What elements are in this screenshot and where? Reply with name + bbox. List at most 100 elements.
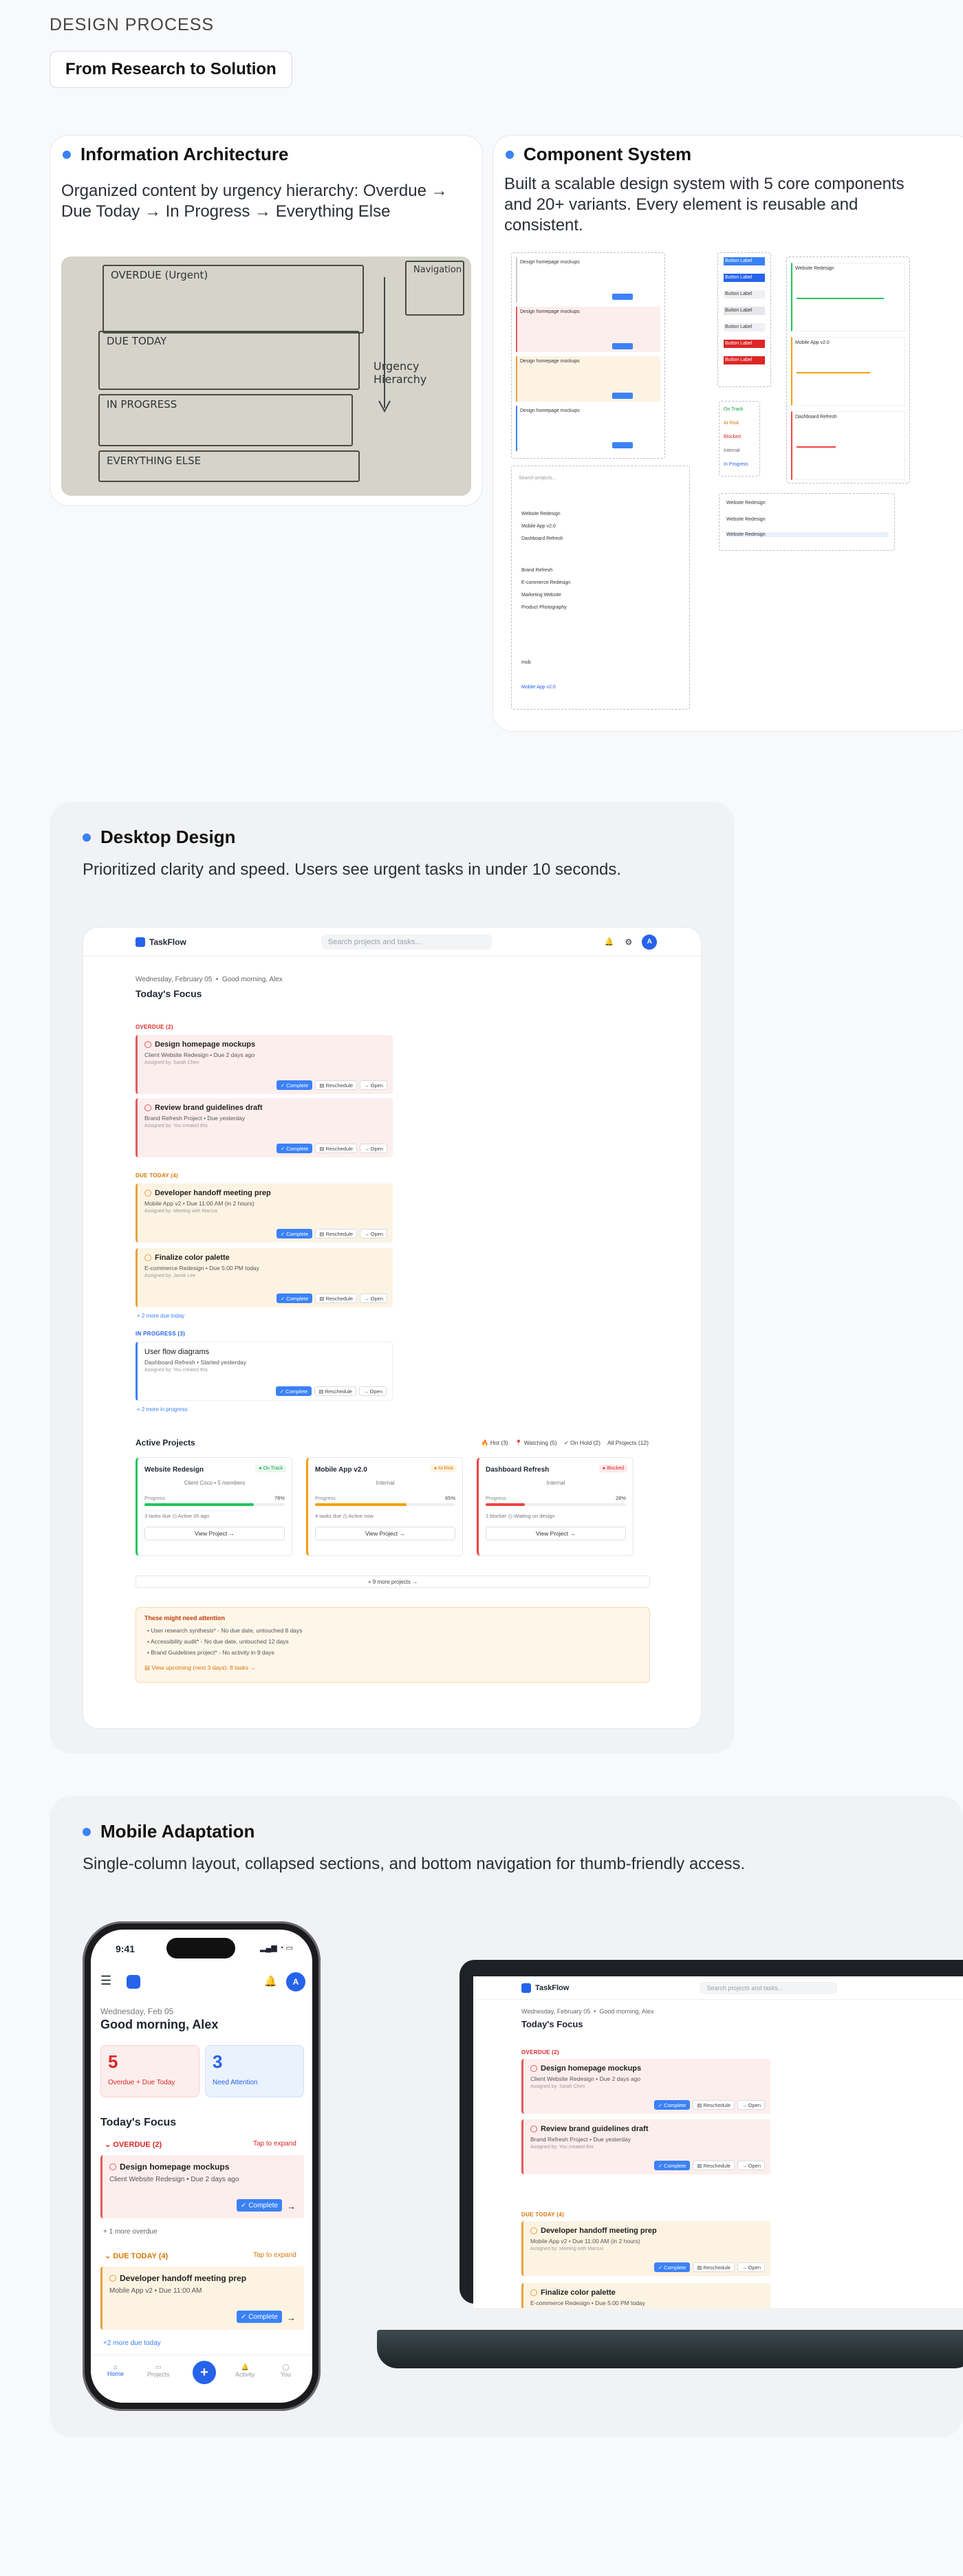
arrow-right-icon[interactable]: → — [287, 2201, 296, 2212]
attention-item[interactable]: • User research synthesis* - No due date… — [147, 1627, 303, 1634]
progress-pct: 65% — [444, 1495, 455, 1501]
progress-bar — [144, 1503, 285, 1506]
arrow-down-icon — [378, 277, 391, 413]
reschedule-button[interactable]: ▤ Reschedule — [315, 1294, 358, 1303]
greeting-text: Good morning, Alex — [599, 2008, 654, 2015]
nav-you[interactable]: ◯ You — [281, 2364, 291, 2378]
open-button[interactable]: → Open — [360, 1144, 387, 1153]
user-avatar[interactable]: A — [286, 1972, 305, 1991]
complete-button[interactable]: ✓ Complete — [276, 1080, 313, 1090]
nav-home[interactable]: ⌂ Home — [107, 2364, 124, 2377]
nav-projects[interactable]: ▭ Projects — [147, 2364, 170, 2378]
complete-button[interactable]: ✓ Complete — [653, 2161, 691, 2170]
laptop-base — [377, 2330, 963, 2368]
open-button[interactable]: → Open — [737, 2161, 765, 2170]
filter-hot[interactable]: 🔥 Hot (3) — [482, 1439, 508, 1447]
task-card[interactable]: Review brand guidelines draft Brand Refr… — [521, 2119, 770, 2174]
view-project-button[interactable]: View Project → — [144, 1527, 285, 1540]
group-overdue[interactable]: OVERDUE (2) — [136, 1024, 173, 1030]
phone-overdue-header[interactable]: ⌄ OVERDUE (2) — [105, 2140, 162, 2149]
reschedule-button[interactable]: ▤ Reschedule — [314, 1386, 357, 1396]
view-project-button[interactable]: View Project → — [486, 1527, 626, 1540]
task-card[interactable]: User flow diagrams Dashboard Refresh • S… — [136, 1342, 393, 1401]
project-card[interactable]: Dashboard Refresh ● Blocked Internal Pro… — [477, 1457, 634, 1556]
app-search-input[interactable]: Search projects and tasks... — [321, 934, 492, 950]
complete-button[interactable]: ✓ Complete — [276, 1229, 313, 1238]
task-card[interactable]: Developer handoff meeting prep Mobile Ap… — [521, 2221, 770, 2276]
group-in-progress[interactable]: IN PROGRESS (3) — [136, 1331, 185, 1337]
project-card[interactable]: Mobile App v2.0 ● At Risk Internal Progr… — [306, 1457, 463, 1556]
filter-watching[interactable]: 📍 Watching (5) — [515, 1439, 557, 1447]
project-card[interactable]: Website Redesign ● On Track Client Coco … — [136, 1457, 292, 1556]
complete-button[interactable]: ✓ Complete — [237, 2311, 282, 2323]
more-progress-link[interactable]: + 2 more in progress — [137, 1406, 188, 1412]
phone-task-card[interactable]: Developer handoff meeting prep Mobile Ap… — [100, 2267, 304, 2330]
complete-button[interactable]: ✓ Complete — [653, 2100, 691, 2110]
cs-input-result: Mobile App v2.0 — [521, 685, 556, 690]
more-overdue-link[interactable]: + 1 more overdue — [103, 2228, 158, 2236]
more-due-link[interactable]: + 2 more due today — [137, 1313, 184, 1319]
open-button[interactable]: → Open — [737, 2100, 765, 2110]
filter-all[interactable]: All Projects (12) — [607, 1439, 649, 1447]
complete-button[interactable]: ✓ Complete — [275, 1386, 312, 1396]
phone-task-card[interactable]: Design homepage mockups Client Website R… — [100, 2155, 304, 2218]
task-card[interactable]: Review brand guidelines draft Brand Refr… — [136, 1098, 393, 1157]
reschedule-button[interactable]: ▤ Reschedule — [693, 2100, 735, 2110]
bullet-dot-icon — [63, 150, 71, 159]
tap-expand[interactable]: Tap to expand — [253, 2140, 296, 2148]
reschedule-button[interactable]: ▤ Reschedule — [693, 2161, 735, 2170]
overdue-stat[interactable]: 5 Overdue + Due Today — [100, 2045, 199, 2097]
phone-due-header[interactable]: ⌄ DUE TODAY (4) — [105, 2251, 168, 2260]
open-button[interactable]: → Open — [360, 1229, 387, 1238]
cs-list-item: E-commerce Redesign — [521, 580, 571, 585]
reschedule-button[interactable]: ▤ Reschedule — [315, 1080, 358, 1090]
open-button[interactable]: → Open — [360, 1294, 387, 1303]
group-overdue[interactable]: OVERDUE (2) — [521, 2049, 559, 2055]
progress-fill — [315, 1503, 407, 1506]
reschedule-button[interactable]: ▤ Reschedule — [315, 1229, 358, 1238]
task-card[interactable]: Finalize color palette E-commerce Redesi… — [136, 1248, 393, 1307]
complete-button[interactable]: ✓ Complete — [276, 1294, 313, 1303]
nav-activity[interactable]: 🔔 Activity — [235, 2364, 255, 2378]
gear-icon[interactable]: ⚙ — [625, 937, 633, 947]
cs-tags: On Track At Risk Blocked Internal In Pro… — [719, 401, 760, 477]
open-button[interactable]: → Open — [737, 2262, 765, 2272]
more-projects-button[interactable]: + 9 more projects → — [136, 1575, 650, 1588]
bell-icon[interactable]: 🔔 — [605, 937, 614, 946]
more-due-link[interactable]: +2 more due today — [103, 2339, 161, 2347]
tap-expand[interactable]: Tap to expand — [253, 2251, 296, 2259]
reschedule-button[interactable]: ▤ Reschedule — [315, 1144, 358, 1153]
group-due-today[interactable]: DUE TODAY (4) — [136, 1172, 178, 1179]
task-card[interactable]: Design homepage mockups Client Website R… — [521, 2059, 770, 2114]
upcoming-link[interactable]: ▤ View upcoming (next 3 days): 8 tasks → — [144, 1664, 256, 1672]
add-button[interactable]: + — [193, 2361, 216, 2384]
open-button[interactable]: → Open — [360, 1080, 387, 1090]
task-assigned: Assigned by: Sarah Chen — [530, 2084, 585, 2089]
open-button[interactable]: → Open — [359, 1386, 387, 1396]
project-name: Mobile App v2.0 — [315, 1466, 367, 1474]
complete-button[interactable]: ✓ Complete — [276, 1144, 313, 1153]
task-assigned: Assigned by: You created this — [530, 2145, 594, 2150]
user-avatar[interactable]: A — [642, 934, 658, 950]
view-project-button[interactable]: View Project → — [315, 1527, 455, 1540]
filter-on-hold[interactable]: ✓ On Hold (2) — [564, 1439, 600, 1447]
attention-stat[interactable]: 3 Need Attention — [205, 2045, 304, 2097]
complete-button[interactable]: ✓ Complete — [237, 2199, 282, 2212]
group-due-today[interactable]: DUE TODAY (4) — [521, 2212, 564, 2218]
clock-icon — [530, 2289, 537, 2296]
complete-button[interactable]: ✓ Complete — [653, 2262, 691, 2272]
project-filters: 🔥 Hot (3) 📍 Watching (5) ✓ On Hold (2) All … — [482, 1439, 649, 1447]
arrow-right-icon[interactable]: → — [287, 2313, 296, 2323]
attention-item[interactable]: • Brand Guidelines project* - No activit… — [147, 1649, 274, 1656]
attention-item[interactable]: • Accessibility audit* - No due date, un… — [147, 1638, 289, 1645]
cs-input: mob — [521, 660, 531, 665]
menu-icon[interactable]: ☰ — [100, 1974, 111, 1988]
task-card[interactable]: Finalize color palette E-commerce Redesi… — [521, 2283, 770, 2308]
reschedule-button[interactable]: ▤ Reschedule — [693, 2262, 735, 2272]
task-card[interactable]: Developer handoff meeting prep Mobile Ap… — [136, 1183, 393, 1243]
date-text: Wednesday, February 05 — [136, 976, 213, 983]
cs-card-title: Design homepage mockups — [520, 408, 580, 413]
bell-icon[interactable]: 🔔 — [264, 1975, 277, 1987]
task-card[interactable]: Design homepage mockups Client Website R… — [136, 1035, 393, 1094]
laptop-search-input[interactable]: Search projects and tasks... — [700, 1981, 838, 1994]
